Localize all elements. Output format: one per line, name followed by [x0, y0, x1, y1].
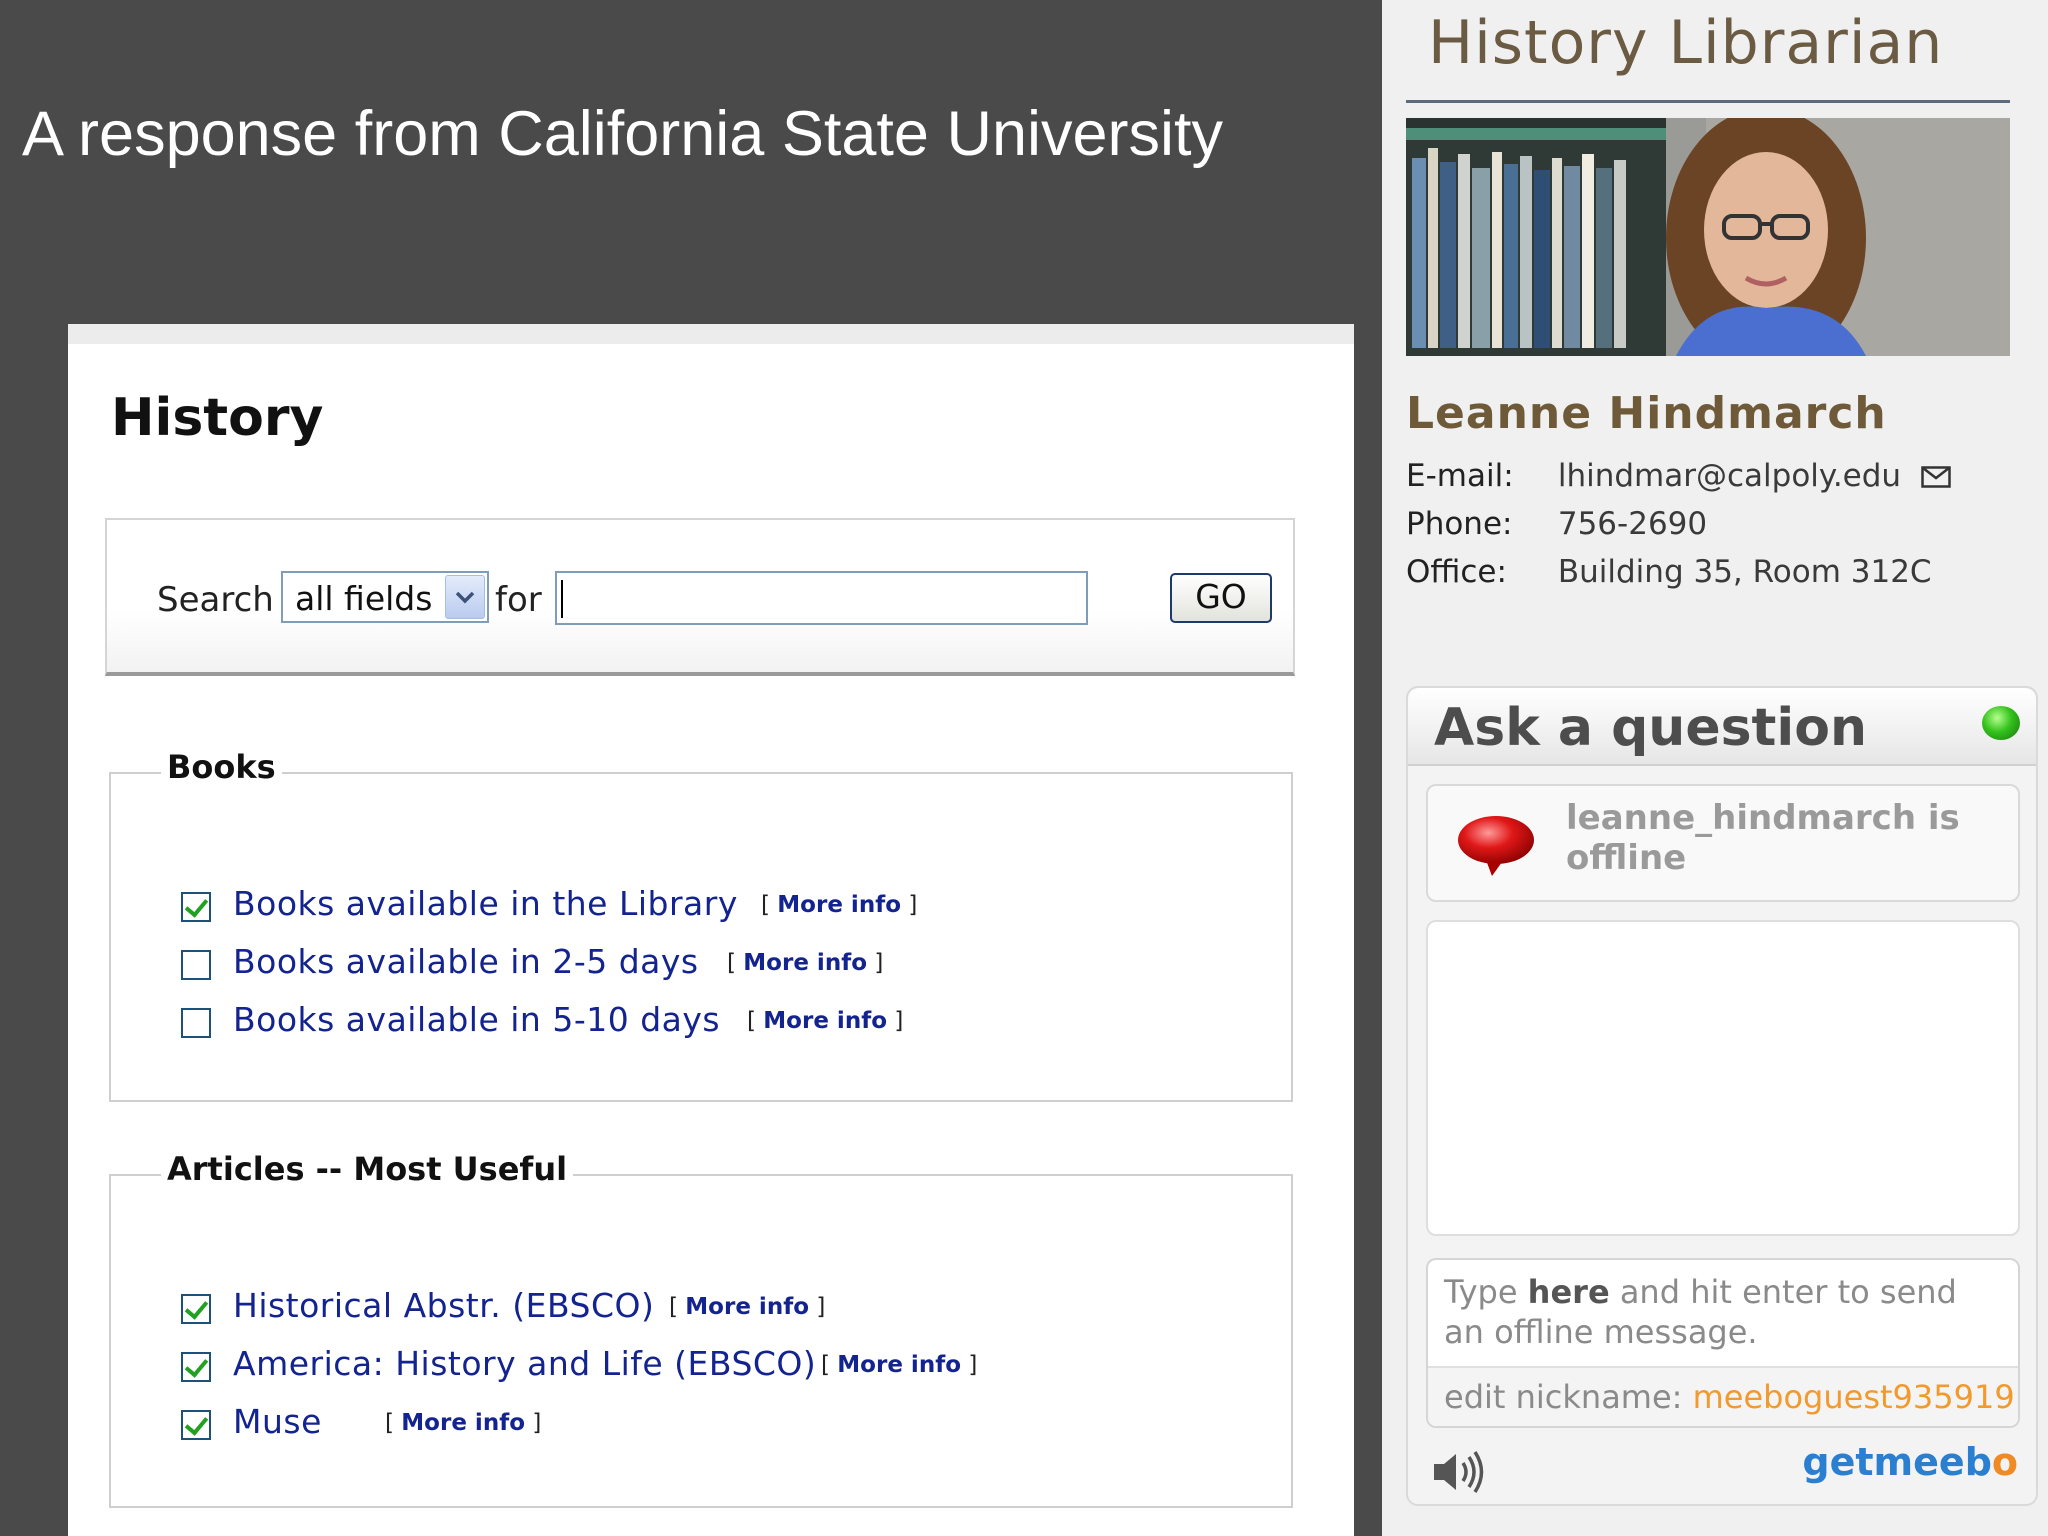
resource-link[interactable]: Historical Abstr. (EBSCO)	[233, 1286, 654, 1325]
brand-text-o: o	[1991, 1440, 2018, 1484]
chat-header: Ask a question	[1408, 688, 2036, 766]
nickname-edit-link[interactable]: meeboguest935919	[1693, 1378, 2015, 1416]
office-value: Building 35, Room 312C	[1557, 554, 1932, 590]
bracket: [	[385, 1410, 394, 1436]
page-title: History	[111, 388, 324, 448]
chat-title: Ask a question	[1434, 698, 1867, 758]
text-caret	[561, 580, 563, 618]
bracket: ]	[968, 1352, 978, 1378]
bracket: [	[821, 1352, 830, 1378]
more-info: [ More info ]	[761, 892, 917, 918]
online-status-icon	[1982, 706, 2020, 740]
more-info-link[interactable]: More info	[763, 1008, 887, 1034]
office-label: Office:	[1406, 554, 1507, 590]
books-legend: Books	[161, 748, 282, 786]
placeholder-text: Type	[1444, 1273, 1528, 1311]
nickname-label-text: edit nickname:	[1444, 1378, 1683, 1416]
more-info-link[interactable]: More info	[685, 1294, 809, 1320]
mail-icon[interactable]	[1921, 460, 1951, 496]
message-input[interactable]: Type here and hit enter to send an offli…	[1426, 1258, 2020, 1428]
articles-legend: Articles -- Most Useful	[161, 1150, 574, 1188]
bracket: ]	[532, 1410, 542, 1436]
more-info: [ More info ]	[821, 1352, 977, 1378]
bracket: [	[761, 892, 770, 918]
checkbox-historical-abstracts[interactable]	[181, 1294, 211, 1324]
history-search-panel: History Search all fields for GO Books B…	[68, 324, 1354, 1536]
resource-link[interactable]: Muse	[233, 1402, 322, 1441]
chat-widget: Ask a question leanne_hindmarch is offli…	[1406, 686, 2038, 1506]
bracket: ]	[894, 1008, 904, 1034]
resource-link[interactable]: Books available in 2-5 days	[233, 942, 699, 981]
more-info: [ More info ]	[669, 1294, 825, 1320]
checkbox-books-2-5-days[interactable]	[181, 950, 211, 980]
status-text: leanne_hindmarch is offline	[1566, 798, 1960, 878]
email-label: E-mail:	[1406, 458, 1514, 494]
articles-fieldset: Articles -- Most Useful Historical Abstr…	[109, 1150, 1293, 1508]
nickname-row: edit nickname: meeboguest935919	[1428, 1366, 2018, 1426]
search-input[interactable]	[555, 571, 1088, 625]
nickname-label: edit nickname: meeboguest935919	[1444, 1378, 2015, 1416]
chevron-down-icon[interactable]	[445, 575, 485, 619]
checkbox-america-history-life[interactable]	[181, 1352, 211, 1382]
books-fieldset: Books Books available in the Library [ M…	[109, 748, 1293, 1102]
get-meebo-link[interactable]: getmeebo	[1802, 1440, 2018, 1484]
librarian-sidebar: History Librarian Leanne Hindmarch E-mai…	[1382, 0, 2048, 1536]
librarian-name: Leanne Hindmarch	[1406, 388, 1887, 439]
go-button[interactable]: GO	[1170, 573, 1272, 623]
bracket: ]	[816, 1294, 826, 1320]
search-field-select-value: all fields	[295, 579, 433, 618]
sidebar-title: History Librarian	[1428, 8, 1944, 78]
bracket: [	[669, 1294, 678, 1320]
resource-link[interactable]: America: History and Life (EBSCO)	[233, 1344, 816, 1383]
resource-link[interactable]: Books available in the Library	[233, 884, 738, 923]
speaker-icon[interactable]	[1430, 1446, 1488, 1502]
get-text: get	[1802, 1440, 1874, 1484]
bracket: ]	[874, 950, 884, 976]
placeholder-bold: here	[1527, 1273, 1610, 1311]
divider	[1406, 100, 2010, 103]
checkbox-books-library[interactable]	[181, 892, 211, 922]
search-label: Search	[157, 580, 274, 620]
search-form: Search all fields for GO	[105, 518, 1295, 676]
phone-value: 756-2690	[1557, 506, 1708, 542]
more-info: [ More info ]	[747, 1008, 903, 1034]
phone-label: Phone:	[1406, 506, 1513, 542]
bracket: [	[727, 950, 736, 976]
resource-link[interactable]: Books available in 5-10 days	[233, 1000, 720, 1039]
email-link[interactable]: lhindmar@calpoly.edu	[1558, 458, 1901, 494]
phone-row: Phone: 756-2690	[1406, 506, 1707, 542]
email-row: E-mail: lhindmar@calpoly.edu	[1406, 458, 1951, 496]
checkbox-books-5-10-days[interactable]	[181, 1008, 211, 1038]
bracket: [	[747, 1008, 756, 1034]
more-info-link[interactable]: More info	[743, 950, 867, 976]
librarian-photo	[1406, 118, 2010, 356]
more-info-link[interactable]: More info	[777, 892, 901, 918]
more-info: [ More info ]	[727, 950, 883, 976]
presence-status: leanne_hindmarch is offline	[1426, 784, 2020, 902]
bracket: ]	[908, 892, 918, 918]
search-field-select[interactable]: all fields	[281, 571, 489, 623]
office-row: Office: Building 35, Room 312C	[1406, 554, 1932, 590]
slide-title: A response from California State Univers…	[22, 99, 1223, 169]
checkbox-muse[interactable]	[181, 1410, 211, 1440]
more-info-link[interactable]: More info	[401, 1410, 525, 1436]
more-info-link[interactable]: More info	[837, 1352, 961, 1378]
brand-text: meeb	[1873, 1440, 1992, 1484]
offline-speech-bubble-icon	[1458, 816, 1534, 876]
message-placeholder: Type here and hit enter to send an offli…	[1444, 1272, 2004, 1352]
more-info: [ More info ]	[385, 1410, 541, 1436]
message-area	[1426, 920, 2020, 1236]
for-label: for	[495, 580, 542, 620]
